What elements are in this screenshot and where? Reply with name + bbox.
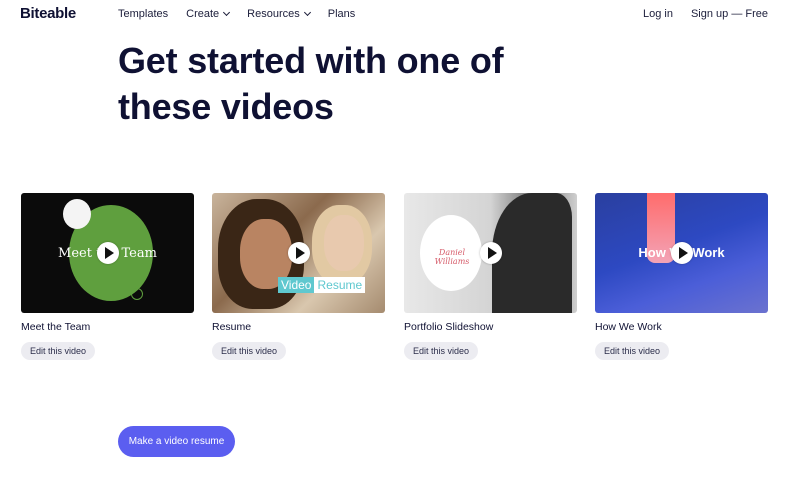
- nav-templates[interactable]: Templates: [118, 8, 168, 20]
- video-thumbnail[interactable]: Meet the Team: [21, 193, 194, 313]
- signup-link[interactable]: Sign up — Free: [691, 8, 768, 20]
- chevron-down-icon: [303, 8, 311, 17]
- card-title[interactable]: Meet the Team: [21, 321, 194, 333]
- title-line-2: these videos: [118, 86, 334, 127]
- card-title[interactable]: How We Work: [595, 321, 768, 333]
- ring-shape: [131, 288, 143, 300]
- edit-video-button[interactable]: Edit this video: [595, 342, 670, 360]
- edit-video-button[interactable]: Edit this video: [212, 342, 287, 360]
- card-title[interactable]: Resume: [212, 321, 385, 333]
- video-thumbnail[interactable]: Daniel Williams: [404, 193, 577, 313]
- title-line-1: Get started with one of: [118, 40, 504, 81]
- video-thumbnail[interactable]: Video Resume: [212, 193, 385, 313]
- play-icon[interactable]: [96, 242, 119, 264]
- login-link[interactable]: Log in: [643, 8, 673, 20]
- nav-plans[interactable]: Plans: [328, 8, 356, 20]
- caption-part-a: Video: [278, 277, 315, 293]
- play-icon[interactable]: [670, 242, 693, 264]
- video-thumbnail[interactable]: How We Work: [595, 193, 768, 313]
- nav-create[interactable]: Create: [186, 8, 231, 20]
- play-icon[interactable]: [479, 242, 502, 264]
- top-nav: Biteable Templates Create Resources Plan…: [0, 0, 800, 30]
- caption-part-b: Resume: [314, 277, 366, 293]
- page-title: Get started with one of these videos: [118, 38, 558, 130]
- card-title[interactable]: Portfolio Slideshow: [404, 321, 577, 333]
- nav-resources-label: Resources: [247, 8, 300, 20]
- nav-links: Templates Create Resources Plans: [118, 8, 355, 20]
- nav-plans-label: Plans: [327, 8, 356, 20]
- edit-video-button[interactable]: Edit this video: [21, 342, 96, 360]
- nav-resources[interactable]: Resources: [247, 8, 311, 20]
- make-video-resume-button[interactable]: Make a video resume: [118, 426, 235, 457]
- card-portfolio-slideshow: Daniel Williams Portfolio Slideshow Edit…: [404, 193, 577, 360]
- white-circle-shape: [63, 199, 91, 229]
- play-icon[interactable]: [287, 242, 310, 264]
- person-face: [324, 215, 364, 271]
- nav-create-label: Create: [186, 8, 220, 20]
- template-cards: Meet the Team Meet the Team Edit this vi…: [21, 193, 771, 363]
- person-silhouette: [492, 193, 572, 313]
- card-meet-the-team: Meet the Team Meet the Team Edit this vi…: [21, 193, 194, 360]
- nav-templates-label: Templates: [118, 8, 169, 20]
- signature-text: Daniel Williams: [434, 248, 470, 266]
- biteable-logo[interactable]: Biteable: [20, 5, 76, 22]
- thumbnail-caption: Video Resume: [278, 277, 366, 293]
- card-resume: Video Resume Resume Edit this video: [212, 193, 385, 360]
- card-how-we-work: How We Work How We Work Edit this video: [595, 193, 768, 360]
- chevron-down-icon: [223, 8, 231, 17]
- edit-video-button[interactable]: Edit this video: [404, 342, 479, 360]
- nav-account: Log in Sign up — Free: [643, 8, 768, 20]
